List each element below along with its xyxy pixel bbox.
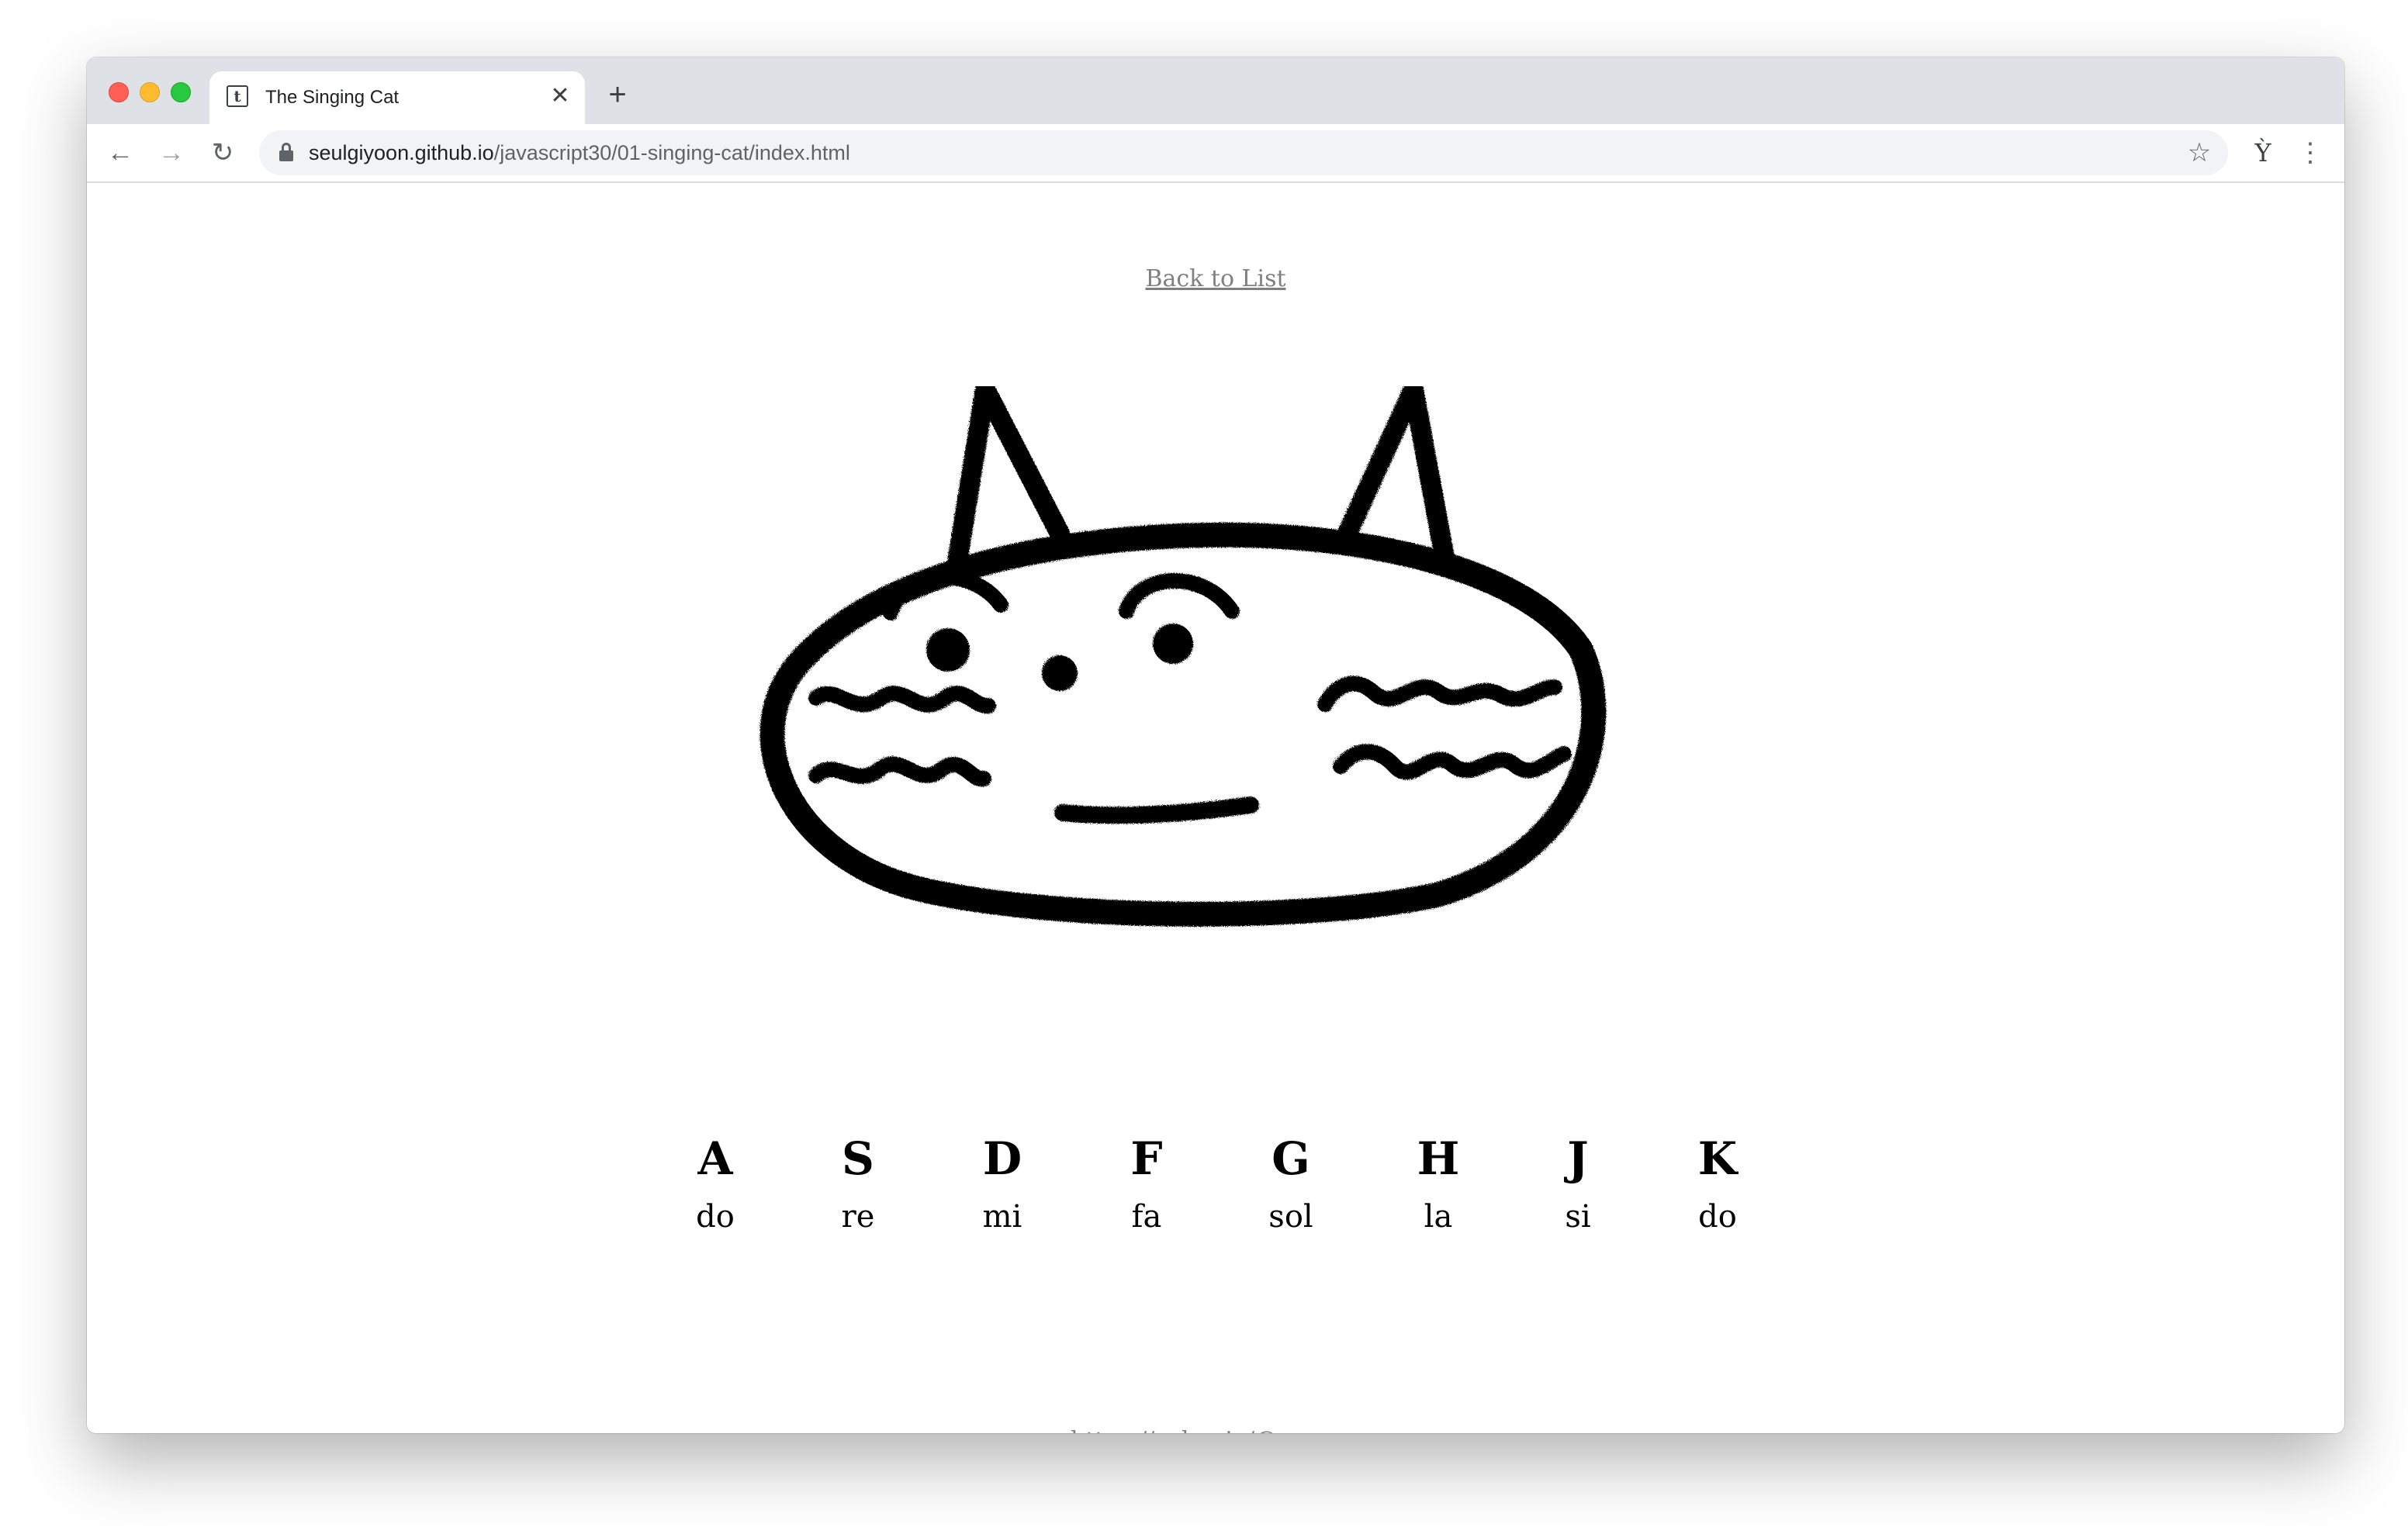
back-to-list-link[interactable]: Back to List	[1145, 265, 1285, 292]
key-j[interactable]: J si	[1516, 1128, 1640, 1244]
key-letter: F	[1130, 1132, 1163, 1185]
url-path: /javascript30/01-singing-cat/index.html	[493, 141, 850, 164]
key-note: fa	[1131, 1199, 1162, 1235]
address-bar[interactable]: seulgiyoon.github.io/javascript30/01-sin…	[259, 130, 2228, 175]
footer: https://velog.io/@sgyoon	[87, 1427, 2344, 1433]
key-letter: H	[1417, 1132, 1460, 1185]
key-note: si	[1565, 1199, 1591, 1235]
tab-the-singing-cat[interactable]: t The Singing Cat ✕	[209, 71, 585, 124]
left-ear	[947, 386, 1070, 572]
left-eyebrow	[883, 569, 1009, 620]
new-tab-icon[interactable]: +	[602, 79, 633, 110]
key-note: do	[1698, 1199, 1737, 1235]
tab-title: The Singing Cat	[265, 87, 400, 108]
page-content: Back to List A do S re D mi F fa G sol H…	[87, 183, 2344, 1433]
reload-icon[interactable]: ↻	[205, 135, 240, 171]
key-list: A do S re D mi F fa G sol H la J si K do	[87, 1128, 2344, 1259]
favicon-icon: t	[227, 85, 248, 107]
minimize-window-button[interactable]	[140, 82, 160, 102]
whisker-left-bottom	[808, 756, 991, 787]
title-bar: t The Singing Cat ✕ +	[87, 57, 2344, 124]
url-text[interactable]: seulgiyoon.github.io/javascript30/01-sin…	[309, 141, 850, 165]
menu-dots-icon[interactable]: ⋮	[2295, 135, 2326, 171]
close-window-button[interactable]	[109, 82, 129, 102]
key-g[interactable]: G sol	[1229, 1128, 1353, 1244]
right-eyebrow	[1119, 573, 1240, 619]
key-note: sol	[1268, 1199, 1313, 1235]
key-note: do	[696, 1199, 735, 1235]
key-note: la	[1424, 1199, 1453, 1235]
key-letter: J	[1567, 1132, 1589, 1185]
right-eye	[1153, 624, 1193, 664]
forward-arrow-icon[interactable]: →	[154, 135, 189, 171]
key-letter: K	[1697, 1132, 1738, 1185]
velog-profile-link[interactable]: https://velog.io/@sgyoon	[1071, 1427, 1361, 1433]
browser-toolbar: ← → ↻ seulgiyoon.github.io/javascript30/…	[87, 124, 2344, 183]
key-d[interactable]: D mi	[940, 1128, 1064, 1244]
bookmark-star-icon[interactable]: ☆	[2183, 136, 2216, 169]
whisker-left-top	[808, 686, 996, 713]
key-s[interactable]: S re	[796, 1128, 920, 1244]
singing-cat-illustration	[759, 386, 1607, 927]
close-tab-icon[interactable]: ✕	[546, 82, 574, 110]
key-f[interactable]: F fa	[1085, 1128, 1209, 1244]
url-host: seulgiyoon.github.io	[309, 141, 494, 164]
browser-window: t The Singing Cat ✕ + ← → ↻ seulgiyoon.g…	[87, 57, 2344, 1433]
zoom-window-button[interactable]	[171, 82, 191, 102]
key-letter: G	[1271, 1132, 1310, 1185]
nose	[1042, 655, 1078, 691]
key-letter: D	[982, 1132, 1022, 1185]
key-a[interactable]: A do	[653, 1128, 777, 1244]
whisker-right-bottom	[1333, 744, 1572, 780]
key-letter: S	[842, 1132, 874, 1185]
back-arrow-icon[interactable]: ←	[102, 135, 138, 171]
right-ear	[1335, 386, 1455, 567]
lock-icon[interactable]	[279, 143, 293, 161]
key-h[interactable]: H la	[1376, 1128, 1500, 1244]
key-k[interactable]: K do	[1656, 1128, 1780, 1244]
key-letter: A	[697, 1132, 733, 1185]
back-to-list-link-container: Back to List	[87, 265, 2344, 292]
whisker-right-top	[1317, 675, 1562, 712]
left-eye	[926, 628, 970, 672]
key-note: re	[841, 1199, 875, 1235]
key-note: mi	[982, 1199, 1022, 1235]
extension-icon[interactable]: Ỳ	[2245, 135, 2281, 171]
mouth	[1054, 796, 1259, 824]
